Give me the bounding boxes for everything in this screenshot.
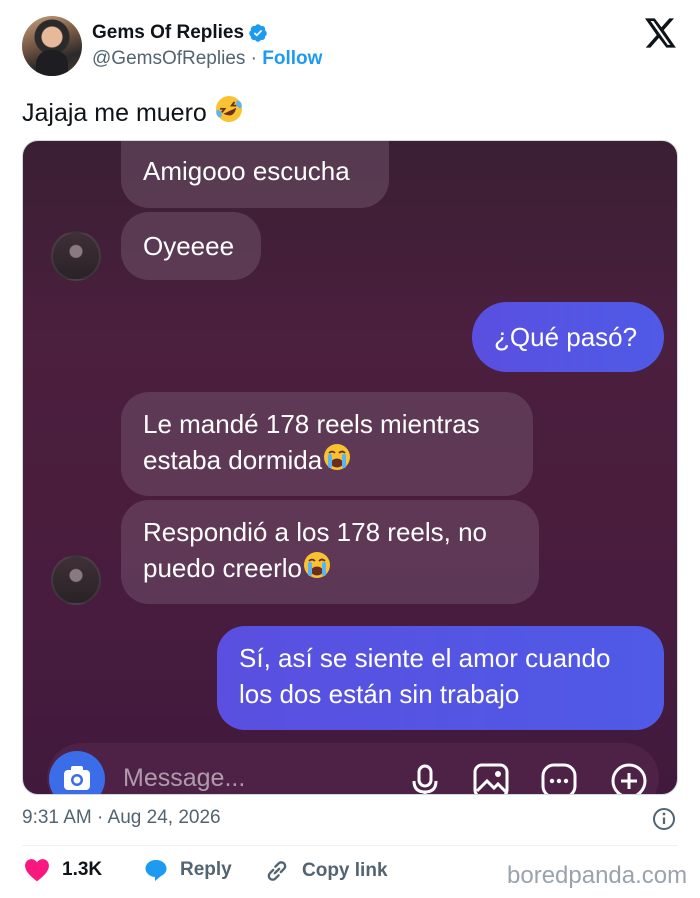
message-line: Sí, así se siente el amor cuando: [239, 643, 611, 673]
rolling-laughing-emoji-icon: [215, 96, 242, 122]
author-handle[interactable]: @GemsOfReplies: [92, 48, 245, 69]
link-icon: [267, 861, 287, 881]
image-icon[interactable]: [471, 761, 511, 795]
message-line: estaba dormida: [143, 445, 323, 475]
microphone-icon[interactable]: [405, 761, 445, 795]
message-bubble-incoming: Oyeeee: [121, 212, 261, 280]
message-input[interactable]: Message...: [123, 764, 245, 793]
divider: [22, 845, 678, 846]
like-button[interactable]: 1.3K: [24, 858, 102, 882]
reply-bubble-icon: [145, 860, 167, 881]
plus-icon[interactable]: [609, 761, 649, 795]
reply-button[interactable]: Reply: [144, 858, 232, 882]
message-bubble-outgoing: ¿Qué pasó?: [472, 302, 664, 372]
author-name[interactable]: Gems Of Replies: [92, 22, 244, 44]
message-composer[interactable]: Message...: [47, 743, 659, 795]
message-line: puedo creerlo: [143, 553, 302, 583]
reply-label: Reply: [180, 859, 232, 880]
camera-icon: [64, 766, 90, 790]
camera-button[interactable]: [49, 751, 105, 794]
message-text: Amigooo escucha: [143, 156, 350, 186]
copy-link-label: Copy link: [302, 860, 388, 881]
chat-screenshot[interactable]: Amigooo escucha Oyeeee ¿Qué pasó? Le man…: [22, 140, 678, 795]
follow-button[interactable]: Follow: [262, 48, 322, 69]
message-bubble-incoming: Le mandé 178 reels mientras estaba dormi…: [121, 392, 533, 496]
sticker-icon[interactable]: [539, 761, 579, 795]
message-line: Le mandé 178 reels mientras: [143, 409, 480, 439]
message-text: ¿Qué pasó?: [494, 322, 638, 352]
tweet-text: Jajaja me muero: [22, 94, 244, 128]
author-avatar[interactable]: [22, 16, 82, 76]
message-bubble-incoming: Amigooo escucha: [121, 141, 389, 208]
verified-badge-icon: [249, 24, 267, 42]
sender-avatar[interactable]: [51, 555, 101, 605]
handle-separator: ·: [245, 48, 263, 69]
heart-icon: [25, 859, 49, 882]
like-count: 1.3K: [62, 859, 103, 880]
crying-emoji-icon: [324, 444, 351, 470]
message-line: los dos están sin trabajo: [239, 679, 520, 709]
tweet-text-content: Jajaja me muero: [22, 99, 207, 127]
copy-link-button[interactable]: Copy link: [264, 858, 388, 884]
info-icon[interactable]: [652, 807, 676, 831]
tweet-header: Gems Of Replies @GemsOfReplies · Follow: [0, 0, 700, 90]
crying-emoji-icon: [304, 552, 330, 578]
message-line: Respondió a los 178 reels, no: [143, 517, 488, 547]
watermark: boredpanda.com: [507, 862, 688, 889]
author-handle-row: @GemsOfReplies · Follow: [92, 48, 322, 70]
message-bubble-outgoing: Sí, así se siente el amor cuando los dos…: [217, 626, 664, 730]
tweet-timestamp[interactable]: 9:31 AM · Aug 24, 2026: [22, 807, 221, 829]
message-bubble-incoming: Respondió a los 178 reels, no puedo cree…: [121, 500, 539, 604]
message-text: Oyeeee: [143, 231, 235, 261]
x-logo-icon[interactable]: [645, 18, 677, 48]
sender-avatar[interactable]: [51, 231, 101, 281]
